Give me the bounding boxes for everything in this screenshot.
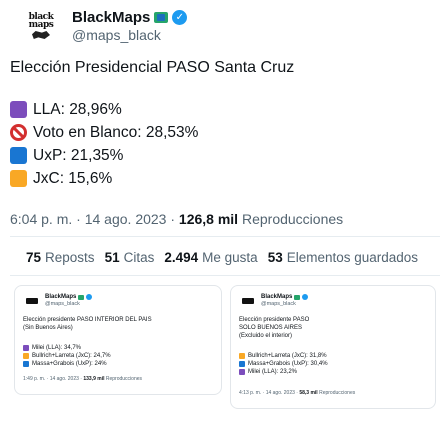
reposts-stat[interactable]: 75 Reposts: [26, 250, 95, 265]
display-name: BlackMaps: [45, 293, 77, 300]
result-item: UxP: 21,35%: [10, 144, 198, 167]
meta-separator: ·: [76, 211, 81, 227]
thumb-meta: 1:49 p. m. · 14 ago. 2023 · 133,9 mil Re…: [23, 376, 143, 382]
display-name: BlackMaps: [261, 293, 293, 300]
thumb-header: BlackMaps @maps_black: [239, 292, 309, 309]
tweet-meta: 6:04 p. m. · 14 ago. 2023 · 126,8 mil Re…: [10, 211, 343, 227]
thumb-title: Elección presidente PASO SOLO BUENOS AIR…: [239, 317, 310, 339]
author-names: BlackMaps ✓ @maps_black: [72, 9, 188, 43]
bookmarks-stat[interactable]: 53 Elementos guardados: [268, 250, 418, 265]
verified-badge-icon: [302, 294, 309, 300]
blue-square-icon: [239, 361, 245, 367]
result-item: Milei (LLA): 23,2%: [239, 368, 328, 376]
avatar[interactable]: black maps: [22, 7, 60, 45]
user-handle: @maps_black: [261, 300, 296, 307]
verified-badge-icon: ✓: [172, 10, 188, 25]
result-item: Bullrich+Larreta (JxC): 31,8%: [239, 352, 328, 360]
result-item: Milei (LLA): 34,7%: [23, 344, 111, 352]
result-label: JxC: 15,6%: [33, 170, 113, 187]
attached-image-right[interactable]: BlackMaps @maps_black Elección president…: [230, 285, 436, 409]
display-name[interactable]: BlackMaps: [72, 9, 150, 26]
thumb-header: BlackMaps @maps_black: [23, 292, 93, 309]
yellow-square-icon: [23, 353, 29, 359]
avatar: [239, 292, 256, 309]
user-handle: @maps_black: [45, 300, 80, 307]
tweet-date[interactable]: 14 ago. 2023: [85, 211, 167, 227]
avatar: [23, 292, 40, 309]
result-label: UxP: 21,35%: [33, 147, 124, 164]
blue-square-icon: [10, 147, 27, 164]
result-label: LLA: 28,96%: [33, 101, 122, 118]
map-flag-icon: [78, 294, 85, 300]
attached-image-left[interactable]: BlackMaps @maps_black Elección president…: [14, 285, 222, 395]
engagement-stats: 75 Reposts 51 Citas 2.494 Me gusta 53 Elemen…: [26, 250, 418, 265]
quotes-stat[interactable]: 51 Citas: [105, 250, 155, 265]
views-label: Reproducciones: [241, 211, 344, 227]
result-label: Voto en Blanco: 28,53%: [33, 124, 199, 141]
map-icon: [25, 297, 38, 304]
thumb-title: Elección presidente PASO INTERIOR DEL PA…: [23, 317, 152, 331]
blue-square-icon: [23, 361, 29, 367]
tweet-header: black maps BlackMaps ✓ @maps_black: [22, 4, 188, 48]
verified-badge-icon: [86, 294, 93, 300]
prohibited-icon: [10, 124, 27, 141]
thumb-meta: 4:13 p. m. · 14 ago. 2023 · 58,3 mil Rep…: [239, 390, 356, 396]
thumb-results: Bullrich+Larreta (JxC): 31,8% Massa+Grab…: [239, 352, 328, 376]
result-item: Massa+Grabois (UxP): 30,4%: [239, 360, 328, 368]
result-item: Voto en Blanco: 28,53%: [10, 121, 198, 144]
avatar-logo-text: black maps: [28, 12, 54, 30]
user-handle[interactable]: @maps_black: [72, 27, 187, 43]
result-item: LLA: 28,96%: [10, 98, 198, 121]
result-item: JxC: 15,6%: [10, 167, 198, 190]
views-count: 126,8 mil: [178, 211, 239, 227]
meta-separator: ·: [170, 211, 176, 227]
map-flag-icon: [154, 12, 169, 23]
purple-square-icon: [239, 369, 245, 375]
result-item: Bullrich+Larreta (JxC): 24,7%: [23, 352, 111, 360]
divider: [10, 275, 440, 276]
yellow-square-icon: [10, 170, 27, 187]
tweet-time[interactable]: 6:04 p. m.: [10, 211, 72, 227]
tweet-title: Elección Presidencial PASO Santa Cruz: [10, 59, 295, 76]
yellow-square-icon: [239, 353, 245, 359]
map-icon: [241, 297, 254, 304]
purple-square-icon: [10, 101, 27, 118]
results-list: LLA: 28,96% Voto en Blanco: 28,53% UxP: …: [10, 98, 198, 190]
map-flag-icon: [294, 294, 301, 300]
result-item: Massa+Grabois (UxP): 24%: [23, 360, 111, 368]
thumb-results: Milei (LLA): 34,7% Bullrich+Larreta (JxC…: [23, 344, 111, 368]
map-icon: [32, 31, 50, 39]
bottom-fade: [0, 409, 440, 439]
divider: [10, 236, 440, 237]
purple-square-icon: [23, 345, 29, 351]
likes-stat[interactable]: 2.494 Me gusta: [164, 250, 257, 265]
